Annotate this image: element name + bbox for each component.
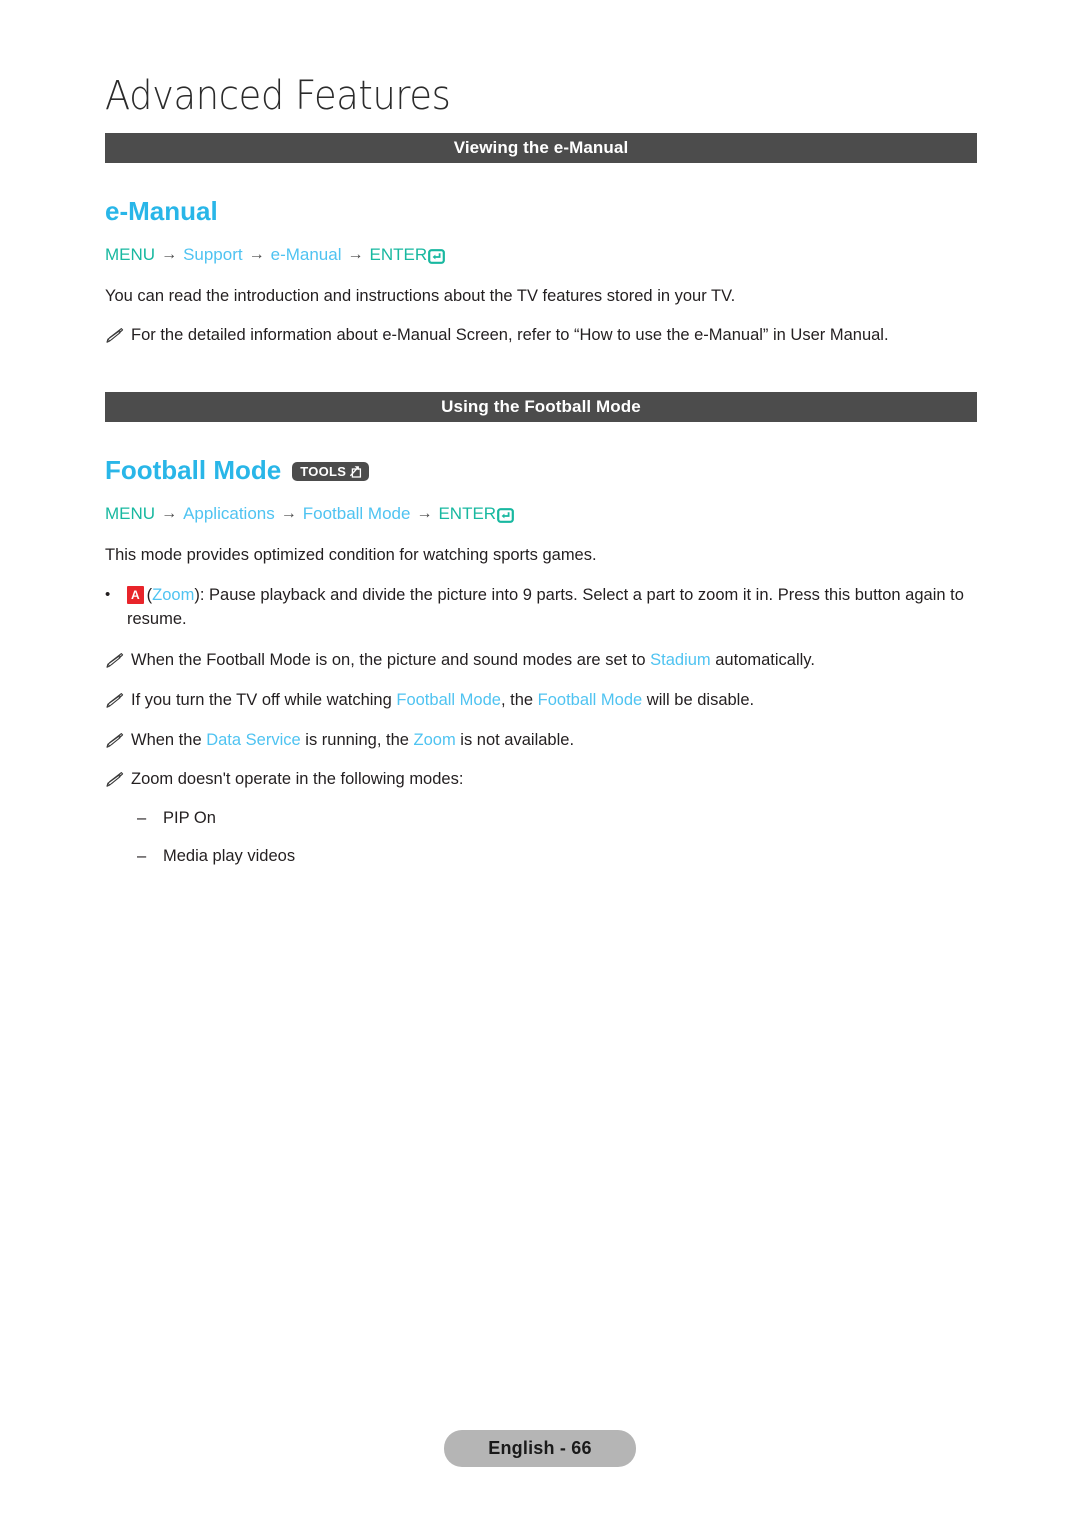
dash-icon: –	[137, 809, 147, 828]
heading-e-manual: e-Manual	[105, 163, 977, 226]
section-bar-label: Viewing the e-Manual	[453, 138, 629, 157]
tools-arrow-icon	[349, 465, 362, 478]
pencil-note-icon	[105, 692, 124, 709]
note-text-fragment: If you turn the TV off while watching	[131, 690, 397, 709]
bullet-body: A (Zoom): Pause playback and divide the p…	[127, 584, 977, 632]
note-text-fragment: is not available.	[455, 730, 575, 749]
pencil-note-icon	[105, 327, 124, 344]
note-text-fragment: Zoom doesn't operate in the following mo…	[131, 770, 464, 789]
bullet-text: Pause playback and divide the picture in…	[127, 586, 964, 629]
bullet-row-zoom: • A (Zoom): Pause playback and divide the…	[105, 566, 977, 632]
note-highlight-term: Data Service	[206, 730, 301, 749]
sub-item-row: – PIP On	[105, 791, 977, 829]
paragraph-e-manual: You can read the introduction and instru…	[105, 286, 736, 305]
enter-return-icon	[428, 249, 446, 265]
page-footer: English - 66	[0, 1430, 1080, 1467]
bullet-key-name: Zoom	[152, 586, 195, 605]
note-row: Zoom doesn't operate in the following mo…	[105, 751, 977, 791]
sub-item-label: PIP On	[163, 809, 216, 828]
arrow-icon: →	[161, 246, 178, 264]
page-content: Advanced Features Viewing the e-Manual e…	[105, 0, 977, 868]
pencil-note-icon	[105, 771, 124, 788]
sub-item-list: – PIP On – Media play videos	[105, 791, 977, 868]
dash-icon: –	[137, 847, 147, 866]
pencil-note-icon	[105, 732, 124, 749]
pencil-note-icon	[105, 652, 124, 669]
note-row: When the Football Mode is on, the pictur…	[105, 632, 977, 672]
note-text-fragment: When the	[131, 730, 207, 749]
note-row: If you turn the TV off while watching Fo…	[105, 672, 977, 712]
note-highlight-term: Zoom	[413, 730, 456, 749]
menu-path-step-support[interactable]: Support	[183, 245, 243, 265]
menu-path-e-manual: MENU → Support → e-Manual → ENTER	[105, 226, 977, 265]
note-text-fragment: will be disable.	[642, 690, 755, 709]
section-bar-label: Using the Football Mode	[441, 397, 641, 417]
note-text: If you turn the TV off while watching Fo…	[131, 689, 977, 712]
menu-path-root: MENU	[105, 244, 156, 264]
heading-label: Football Mode	[105, 455, 282, 486]
enter-return-icon	[497, 508, 514, 524]
note-text: When the Data Service is running, the Zo…	[131, 729, 977, 752]
note-text-fragment: automatically.	[710, 651, 815, 670]
note-text-fragment: is running, the	[300, 730, 414, 749]
tools-badge-label: TOOLS	[300, 463, 347, 479]
notes-list: When the Football Mode is on, the pictur…	[105, 632, 977, 791]
menu-path-step-applications[interactable]: Applications	[183, 504, 275, 524]
page-title: Advanced Features	[105, 73, 451, 119]
arrow-icon: →	[280, 505, 297, 523]
key-badge-a[interactable]: A	[127, 586, 144, 605]
arrow-icon: →	[347, 246, 364, 264]
arrow-icon: →	[416, 505, 433, 523]
menu-path-football-mode: MENU → Applications → Football Mode → EN…	[105, 485, 977, 524]
heading-label: e-Manual	[105, 196, 218, 226]
note-highlight-term: Football Mode	[537, 690, 643, 709]
sub-item-row: – Media play videos	[105, 829, 977, 867]
note-text-fragment: When the Football Mode is on, the pictur…	[131, 651, 651, 670]
menu-path-enter: ENTER	[438, 503, 497, 523]
tools-badge[interactable]: TOOLS	[292, 461, 370, 481]
bullet-dot-icon: •	[105, 586, 111, 604]
menu-path-step-football-mode[interactable]: Football Mode	[303, 504, 411, 524]
arrow-icon: →	[248, 246, 265, 264]
arrow-icon: →	[161, 505, 178, 523]
menu-path-enter: ENTER	[369, 244, 428, 264]
section-bar-viewing-emanual: Viewing the e-Manual	[105, 133, 977, 163]
note-highlight-term: Stadium	[650, 651, 711, 670]
menu-path-step-emanual[interactable]: e-Manual	[271, 245, 342, 265]
note-text: Zoom doesn't operate in the following mo…	[131, 768, 977, 791]
note-text: For the detailed information about e-Man…	[131, 326, 889, 345]
menu-path-root: MENU	[105, 503, 156, 523]
paren-close: ):	[194, 586, 205, 605]
note-highlight-term: Football Mode	[396, 690, 501, 709]
manual-page: Advanced Features Viewing the e-Manual e…	[0, 0, 1080, 1519]
page-number-pill: English - 66	[444, 1430, 636, 1467]
section-bar-football-mode: Using the Football Mode	[105, 392, 977, 423]
sub-item-label: Media play videos	[163, 847, 296, 866]
heading-football-mode: Football Mode TOOLS	[105, 422, 977, 485]
note-row: For the detailed information about e-Man…	[105, 307, 977, 347]
note-text-fragment: , the	[500, 690, 538, 709]
paragraph-football-mode: This mode provides optimized condition f…	[105, 546, 597, 564]
note-text: When the Football Mode is on, the pictur…	[131, 649, 977, 672]
note-row: When the Data Service is running, the Zo…	[105, 712, 977, 752]
